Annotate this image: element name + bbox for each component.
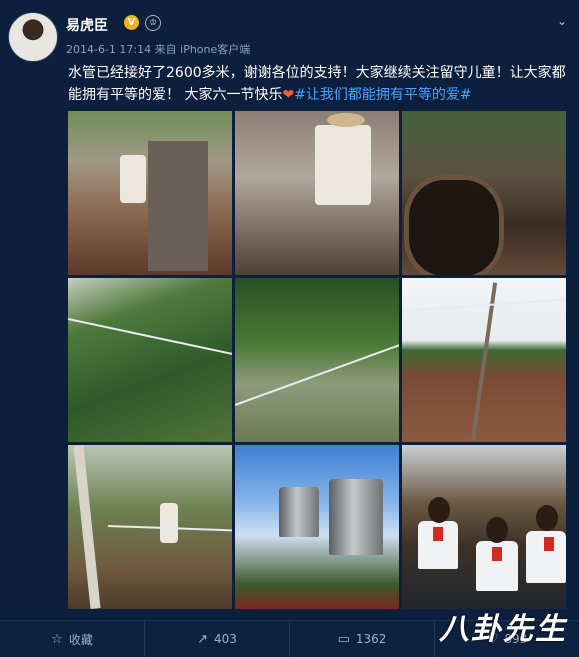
farmer-figure	[315, 125, 371, 205]
post-client[interactable]: iPhone客户端	[180, 43, 250, 56]
red-scarf	[544, 537, 554, 551]
comment-button[interactable]: ▭ 1362	[290, 621, 435, 657]
user-avatar[interactable]	[8, 12, 58, 62]
water-tank-wall	[148, 141, 208, 271]
watermark-logo: 八卦先生	[439, 612, 567, 647]
favorite-label: 收藏	[68, 632, 93, 647]
chevron-down-icon[interactable]: ⌄	[557, 14, 567, 28]
child-head	[536, 505, 558, 531]
verified-badge-icon[interactable]: V	[124, 15, 139, 30]
photo-5[interactable]	[235, 278, 399, 442]
photo-4[interactable]	[68, 278, 232, 442]
water-pipe-line	[235, 339, 399, 406]
straw-hat	[327, 113, 365, 127]
post-text: 水管已经接好了2600多米，谢谢各位的支持！大家继续关注留守儿童！让大家都能拥有…	[68, 62, 568, 106]
red-scarf	[433, 527, 443, 541]
photo-8[interactable]	[235, 445, 399, 609]
water-pipe-line	[402, 298, 566, 312]
photo-7[interactable]	[68, 445, 232, 609]
post-from-label: 来自	[154, 43, 177, 56]
water-tank	[279, 487, 319, 537]
child-head	[428, 497, 450, 523]
water-pit	[404, 175, 504, 275]
photo-6[interactable]	[402, 278, 566, 442]
photo-grid	[68, 111, 566, 609]
favorite-button[interactable]: ☆ 收藏	[0, 621, 145, 657]
water-pipe-line	[68, 318, 232, 358]
topic-link[interactable]: #让我们都能拥有平等的爱#	[294, 87, 471, 103]
share-icon: ↗	[197, 631, 208, 647]
photo-1[interactable]	[68, 111, 232, 275]
star-icon: ☆	[51, 631, 63, 647]
post-time[interactable]: 2014-6-1 17:14	[66, 43, 151, 56]
child-head	[486, 517, 508, 543]
post-header: 易虎臣 V ♔ 2014-6-1 17:14 来自 iPhone客户端 ⌄	[8, 10, 569, 62]
repost-button[interactable]: ↗ 403	[145, 621, 290, 657]
username[interactable]: 易虎臣	[66, 15, 108, 35]
comment-icon: ▭	[337, 631, 350, 647]
post-meta: 2014-6-1 17:14 来自 iPhone客户端	[66, 41, 250, 57]
tree-trunk	[73, 445, 101, 609]
photo-3[interactable]	[402, 111, 566, 275]
repost-count: 403	[214, 632, 237, 646]
worker-figure	[120, 155, 146, 203]
photo-2[interactable]	[235, 111, 399, 275]
red-scarf	[492, 547, 502, 561]
water-tank	[329, 479, 383, 555]
heart-emoji-icon: ❤	[282, 87, 295, 103]
comment-count: 1362	[355, 632, 387, 646]
crown-badge-icon[interactable]: ♔	[145, 15, 161, 31]
photo-9[interactable]	[402, 445, 566, 609]
worker-figure	[160, 503, 178, 543]
